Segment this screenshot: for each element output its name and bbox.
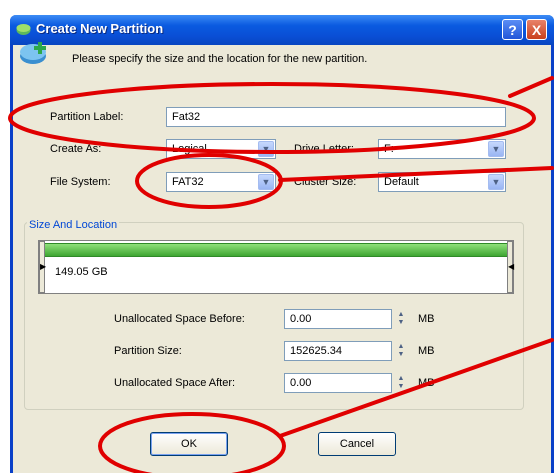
partition-size-unit: MB — [418, 345, 435, 357]
cluster-size-label: Cluster Size: — [294, 176, 357, 188]
file-system-select[interactable]: FAT32 ▼ — [166, 172, 276, 192]
unallocated-after-spinner[interactable]: ▲ ▼ — [394, 373, 408, 393]
drive-letter-label: Drive Letter: — [294, 143, 354, 155]
window-title: Create New Partition — [36, 21, 164, 36]
help-button[interactable]: ? — [502, 19, 523, 40]
file-system-value: FAT32 — [172, 176, 204, 188]
cluster-size-select[interactable]: Default ▼ — [378, 172, 506, 192]
size-location-title: Size And Location — [27, 219, 120, 231]
ok-button[interactable]: OK — [150, 432, 228, 456]
close-button[interactable]: X — [526, 19, 547, 40]
unallocated-before-input[interactable]: 0.00 — [284, 309, 392, 329]
chevron-down-icon[interactable]: ▼ — [488, 174, 504, 190]
left-resize-handle[interactable]: ▶ — [39, 241, 46, 293]
unallocated-before-spinner[interactable]: ▲ ▼ — [394, 309, 408, 329]
unallocated-before-label: Unallocated Space Before: — [114, 313, 245, 325]
partition-size-input[interactable]: 152625.34 — [284, 341, 392, 361]
unallocated-before-unit: MB — [418, 313, 435, 325]
cluster-size-value: Default — [384, 176, 419, 188]
create-as-label: Create As: — [50, 143, 102, 155]
partition-label-input[interactable]: Fat32 — [166, 107, 506, 127]
cancel-button[interactable]: Cancel — [318, 432, 396, 456]
chevron-down-icon[interactable]: ▼ — [258, 141, 274, 157]
title-bar[interactable]: Create New Partition ? X — [10, 15, 554, 45]
add-partition-icon — [20, 42, 46, 64]
partition-label-label: Partition Label: — [50, 111, 124, 123]
partition-size-spinner[interactable]: ▲ ▼ — [394, 341, 408, 361]
right-resize-handle[interactable]: ◀ — [507, 241, 514, 293]
partition-size-label: Partition Size: — [114, 345, 182, 357]
drive-letter-value: F: — [384, 143, 394, 155]
chevron-down-icon[interactable]: ▼ — [488, 141, 504, 157]
unallocated-after-unit: MB — [418, 377, 435, 389]
disk-map[interactable]: ▶ ◀ 149.05 GB — [38, 240, 514, 294]
chevron-down-icon[interactable]: ▼ — [258, 174, 274, 190]
partition-icon — [16, 24, 31, 35]
drive-letter-select[interactable]: F: ▼ — [378, 139, 506, 159]
create-as-select[interactable]: Logical ▼ — [166, 139, 276, 159]
unallocated-after-label: Unallocated Space After: — [114, 377, 236, 389]
file-system-label: File System: — [50, 176, 111, 188]
disk-size-label: 149.05 GB — [55, 266, 108, 278]
unallocated-after-input[interactable]: 0.00 — [284, 373, 392, 393]
create-as-value: Logical — [172, 143, 207, 155]
partition-bar[interactable] — [41, 243, 511, 257]
intro-text: Please specify the size and the location… — [72, 53, 368, 65]
